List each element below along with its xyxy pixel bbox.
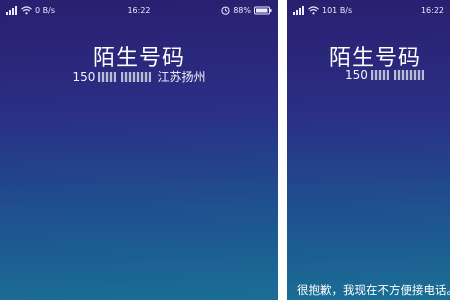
caller-number-prefix: 150 [72,69,96,84]
redacted-number-segment [98,71,117,82]
status-right: 16:22 [421,6,444,15]
screenshot-canvas: 0 B/s 16:22 88% 陌生号码 150 江苏扬州 101 B/s 16… [0,0,450,300]
caller-location: 江苏扬州 [157,70,206,84]
status-time: 16:22 [420,6,444,15]
wifi-icon [308,6,319,15]
quick-reply-message[interactable]: 很抱歉，我现在不方便接电话。 [297,282,450,298]
status-bar: 0 B/s 16:22 88% [0,0,278,20]
redacted-number-segment [370,70,389,80]
redacted-number-segment [393,70,424,80]
incoming-call-screen-right: 101 B/s 16:22 陌生号码 150 很抱歉，我现在不方便接电话。 [287,0,450,300]
signal-icon [293,6,305,15]
network-speed: 101 B/s [322,6,353,15]
battery-percent: 88% [233,6,251,15]
status-right: 88% [221,6,272,15]
status-left: 101 B/s [293,6,352,15]
caller-subtitle: 150 江苏扬州 [0,68,278,85]
redacted-number-segment [121,71,152,82]
incoming-call-screen-left: 0 B/s 16:22 88% 陌生号码 150 江苏扬州 [0,0,278,300]
alarm-icon [221,6,230,15]
battery-icon [254,6,272,15]
status-bar: 101 B/s 16:22 [287,0,450,20]
caller-subtitle: 150 [287,68,450,82]
caller-number-prefix: 150 [345,68,368,82]
